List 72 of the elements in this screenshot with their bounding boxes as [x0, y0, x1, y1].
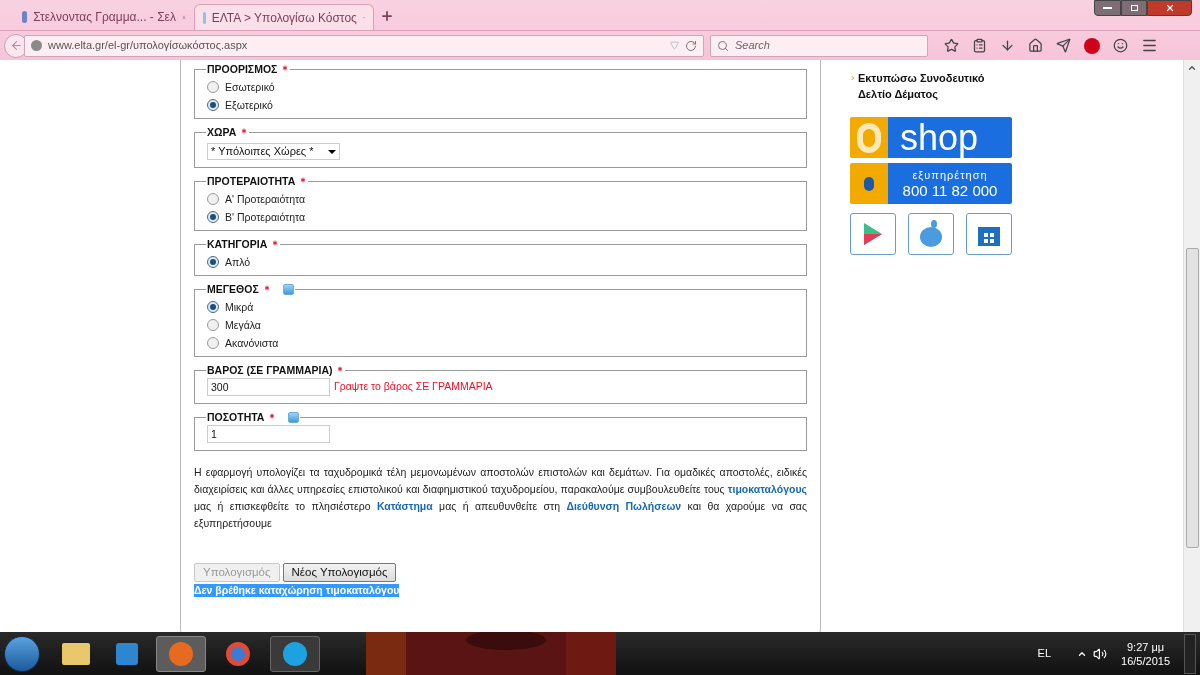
radio-label: Μικρά	[225, 300, 254, 314]
help-icon[interactable]	[282, 283, 294, 295]
info-paragraph: Η εφαρμογή υπολογίζει τα ταχυδρομικά τέλη μεμονωμένων αποστολών επιστολών και δεμάτων. Για ομαδικές αποστολές, ειδικές διαχειρίσεις και άλλες υπηρεσίες επιστολικού και διαφημιστικού ταχυδρομείου, παρακαλούμε συμβουλευθείτε τους τιμοκαταλόγους μας ή επισκεφθείτε το πλησιέστερο Κατάστημα μας ή απευθυνθείτε στη Διεύθυνση Πωλήσεων και θα χαρούμε να σας εξυπηρετήσουμε	[194, 465, 807, 531]
hint-text: Γραψτε το βάρος ΣΕ ΓΡΑΜΜΑΡΙΑ	[334, 379, 493, 395]
windows-store-icon[interactable]	[966, 213, 1012, 255]
caret-icon	[328, 149, 336, 154]
bookmark-star-icon[interactable]	[944, 38, 959, 53]
field-label: ΜΕΓΕΘΟΣ	[207, 283, 259, 295]
radio-button[interactable]	[207, 99, 219, 111]
tab-favicon-icon	[203, 11, 206, 24]
paper-plane-icon[interactable]	[1056, 38, 1071, 53]
skype-icon[interactable]	[270, 635, 320, 672]
input-field[interactable]: 1	[207, 425, 330, 443]
radio-button[interactable]	[207, 301, 219, 313]
browser-tab[interactable]: Στελνοντας Γραμμα... - Σελ	[14, 4, 194, 30]
minimize-button[interactable]	[1094, 0, 1121, 16]
field-label: ΚΑΤΗΓΟΡΙΑ	[207, 238, 268, 250]
radio-label: Απλό	[225, 255, 251, 269]
sidebar-link[interactable]: Εκτυπώσω Συνοδευτικό Δελτίο Δέματος	[857, 70, 1012, 102]
radio-button[interactable]	[207, 337, 219, 349]
text-link[interactable]: Διεύθυνση Πωλήσεων	[566, 500, 682, 512]
radio-button[interactable]	[207, 256, 219, 268]
start-button[interactable]	[4, 635, 40, 672]
status-message: Δεν βρέθηκε καταχώρηση τιμοκαταλόγου	[194, 584, 400, 597]
field-label: ΠΡΟΤΕΡΑΙΟΤΗΤΑ	[207, 175, 296, 187]
field-label: ΧΩΡΑ	[207, 126, 237, 138]
radio-label: Εσωτερικό	[225, 80, 275, 94]
firefox-icon[interactable]	[156, 635, 206, 672]
country-dropdown[interactable]: * Υπόλοιπες Χώρες *	[207, 143, 340, 160]
menu-icon[interactable]	[1141, 37, 1158, 54]
search-field[interactable]: Search	[710, 34, 928, 57]
clock-date: 16/5/2015	[1121, 653, 1170, 668]
form-button[interactable]: Νέος Υπολογισμός	[282, 563, 397, 582]
help-icon[interactable]	[288, 411, 300, 423]
volume-icon[interactable]	[1093, 646, 1108, 661]
radio-label: Εξωτερικό	[225, 98, 273, 112]
clock-time: 9:27 μμ	[1126, 639, 1165, 654]
radio-label: Β' Προτεραιότητα	[225, 210, 306, 224]
new-tab-icon[interactable]	[380, 9, 394, 23]
field-label: ΠΡΟΟΡΙΣΜΟΣ	[207, 63, 278, 75]
radio-button[interactable]	[207, 81, 219, 93]
scrollbar-thumb[interactable]	[1185, 248, 1199, 548]
close-window-button[interactable]	[1147, 0, 1192, 16]
field-label: ΠΟΣΟΤΗΤΑ	[207, 411, 265, 423]
input-field[interactable]: 300	[207, 378, 330, 396]
home-icon[interactable]	[1028, 38, 1043, 53]
bullet-icon	[850, 74, 856, 82]
radio-button[interactable]	[207, 319, 219, 331]
text-link[interactable]: τιμοκαταλόγους	[727, 483, 807, 495]
text-link[interactable]: Κατάστημα	[376, 500, 433, 512]
field-label: ΒΑΡΟΣ (ΣΕ ΓΡΑΜΜΑΡΙΑ)	[207, 364, 333, 376]
address-bar[interactable]: www.elta.gr/el-gr/υπολογίσωκόστος.aspx	[24, 34, 704, 57]
maximize-button[interactable]	[1121, 0, 1147, 16]
chrome-icon[interactable]	[226, 641, 250, 666]
folder-icon[interactable]	[62, 642, 90, 665]
reload-icon[interactable]	[685, 39, 697, 52]
scroll-up-icon[interactable]	[1187, 63, 1197, 73]
tab-favicon-icon	[22, 11, 28, 23]
language-indicator[interactable]: EL	[1037, 645, 1052, 662]
back-arrow-icon	[9, 39, 23, 52]
radio-button[interactable]	[207, 193, 219, 205]
radio-button[interactable]	[207, 211, 219, 223]
radio-label: Ακανόνιστα	[225, 336, 279, 350]
browser-tab[interactable]: ΕΛΤΑ > Υπολογίσω Κόστος	[194, 4, 374, 30]
smiley-icon[interactable]	[1113, 38, 1128, 53]
radio-label: Μεγάλα	[225, 318, 261, 332]
reading-list-icon[interactable]	[972, 38, 987, 53]
media-player-icon[interactable]	[116, 642, 138, 665]
search-icon	[717, 39, 729, 52]
radio-label: Α' Προτεραιότητα	[225, 192, 306, 206]
play-store-icon[interactable]	[850, 213, 896, 255]
download-icon[interactable]	[1000, 38, 1015, 53]
